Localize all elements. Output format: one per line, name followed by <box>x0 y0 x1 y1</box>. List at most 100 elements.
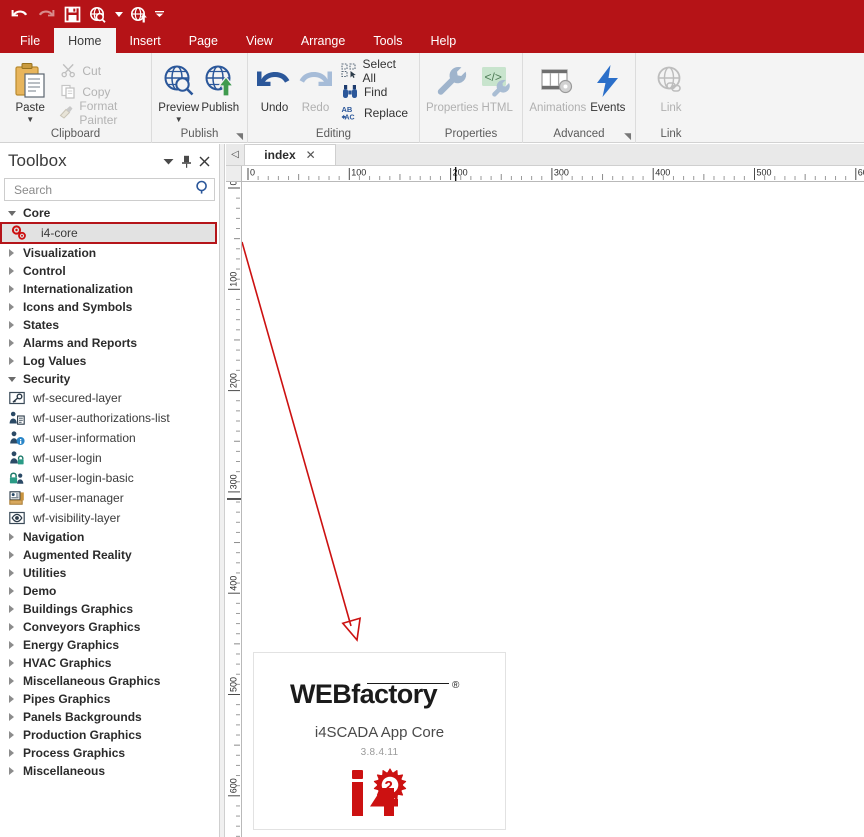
tab-tools[interactable]: Tools <box>359 28 416 53</box>
toolbox-search[interactable] <box>4 178 215 201</box>
tab-file[interactable]: File <box>6 28 54 53</box>
chevron-right-icon[interactable] <box>8 641 17 650</box>
chevron-down-icon[interactable] <box>159 152 177 170</box>
chevron-right-icon[interactable] <box>8 587 17 596</box>
chevron-right-icon[interactable] <box>8 605 17 614</box>
toolbox-category-process-graphics[interactable]: Process Graphics <box>0 744 219 762</box>
search-input[interactable] <box>12 182 195 198</box>
animations-button[interactable]: Animations <box>529 57 587 115</box>
chevron-right-icon[interactable] <box>8 659 17 668</box>
chevron-right-icon[interactable] <box>8 713 17 722</box>
app-core-card[interactable]: WEBfactory ® i4SCADA App Core 3.8.4.11 2 <box>253 652 506 830</box>
toolbox-item-wf-user-login[interactable]: wf-user-login <box>0 448 219 468</box>
tab-arrange[interactable]: Arrange <box>287 28 359 53</box>
toolbox-item-wf-user-authorizations-list[interactable]: wf-user-authorizations-list <box>0 408 219 428</box>
toolbox-category-buildings-graphics[interactable]: Buildings Graphics <box>0 600 219 618</box>
toolbox-item-wf-user-information[interactable]: wf-user-information <box>0 428 219 448</box>
customize-qat-icon[interactable] <box>153 3 166 25</box>
toolbox-item-wf-user-login-basic[interactable]: wf-user-login-basic <box>0 468 219 488</box>
tab-home[interactable]: Home <box>54 28 115 53</box>
toolbox-category-miscellaneous[interactable]: Miscellaneous <box>0 762 219 780</box>
toolbox-category-core[interactable]: Core <box>0 204 219 222</box>
save-icon[interactable] <box>60 3 84 25</box>
redo-button[interactable]: Redo <box>295 57 336 115</box>
tab-insert[interactable]: Insert <box>116 28 175 53</box>
toolbox-item-wf-visibility-layer[interactable]: wf-visibility-layer <box>0 508 219 528</box>
toolbox-item-wf-user-manager[interactable]: wf-user-manager <box>0 488 219 508</box>
toolbox-category-pipes-graphics[interactable]: Pipes Graphics <box>0 690 219 708</box>
toolbox-category-production-graphics[interactable]: Production Graphics <box>0 726 219 744</box>
preview-button[interactable]: Preview ▼ <box>158 57 200 123</box>
search-icon[interactable] <box>195 180 210 200</box>
preview-dropdown-icon[interactable] <box>112 3 125 25</box>
toolbox-category-utilities[interactable]: Utilities <box>0 564 219 582</box>
toolbox-category-miscellaneous-graphics[interactable]: Miscellaneous Graphics <box>0 672 219 690</box>
design-canvas[interactable]: WEBfactory ® i4SCADA App Core 3.8.4.11 2 <box>242 182 864 837</box>
publish-dialog-launcher[interactable]: ◥ <box>236 132 243 141</box>
scroll-tabs-left-icon[interactable]: ◁ <box>226 143 244 165</box>
toolbox-category-hvac-graphics[interactable]: HVAC Graphics <box>0 654 219 672</box>
toolbox-category-energy-graphics[interactable]: Energy Graphics <box>0 636 219 654</box>
chevron-right-icon[interactable] <box>8 677 17 686</box>
toolbox-category-navigation[interactable]: Navigation <box>0 528 219 546</box>
cut-button[interactable]: Cut <box>54 60 145 81</box>
toolbox-category-conveyors-graphics[interactable]: Conveyors Graphics <box>0 618 219 636</box>
chevron-right-icon[interactable] <box>8 623 17 632</box>
chevron-down-icon[interactable] <box>8 209 17 218</box>
tab-view[interactable]: View <box>232 28 287 53</box>
toolbox-tree[interactable]: Corei4-coreVisualizationControlInternati… <box>0 201 219 837</box>
toolbox-category-security[interactable]: Security <box>0 370 219 388</box>
chevron-right-icon[interactable] <box>8 357 17 366</box>
toolbox-category-log-values[interactable]: Log Values <box>0 352 219 370</box>
chevron-right-icon[interactable] <box>8 551 17 560</box>
toolbox-category-visualization[interactable]: Visualization <box>0 244 219 262</box>
paste-caret-icon[interactable]: ▼ <box>26 116 34 123</box>
chevron-right-icon[interactable] <box>8 569 17 578</box>
properties-button[interactable]: Properties <box>426 57 478 115</box>
toolbox-category-icons-and-symbols[interactable]: Icons and Symbols <box>0 298 219 316</box>
toolbox-category-states[interactable]: States <box>0 316 219 334</box>
toolbox-item-wf-secured-layer[interactable]: wf-secured-layer <box>0 388 219 408</box>
events-button[interactable]: Events <box>587 57 629 115</box>
chevron-right-icon[interactable] <box>8 731 17 740</box>
advanced-dialog-launcher[interactable]: ◥ <box>624 132 631 141</box>
chevron-right-icon[interactable] <box>8 749 17 758</box>
chevron-right-icon[interactable] <box>8 249 17 258</box>
toolbox-category-augmented-reality[interactable]: Augmented Reality <box>0 546 219 564</box>
chevron-right-icon[interactable] <box>8 303 17 312</box>
html-button[interactable]: </> HTML <box>478 57 516 115</box>
publish-button[interactable]: Publish <box>200 57 242 115</box>
toolbox-category-alarms-and-reports[interactable]: Alarms and Reports <box>0 334 219 352</box>
close-tab-icon[interactable]: ✕ <box>306 148 316 162</box>
redo-icon[interactable] <box>34 3 58 25</box>
close-icon[interactable] <box>195 152 213 170</box>
tab-help[interactable]: Help <box>417 28 471 53</box>
preview-icon[interactable] <box>86 3 110 25</box>
select-all-button[interactable]: Select All <box>336 60 413 81</box>
link-button[interactable]: Link <box>642 57 700 115</box>
toolbox-item-i4-core[interactable]: i4-core <box>0 222 217 244</box>
pin-icon[interactable] <box>177 152 195 170</box>
tab-page[interactable]: Page <box>175 28 232 53</box>
chevron-right-icon[interactable] <box>8 267 17 276</box>
undo-button[interactable]: Undo <box>254 57 295 115</box>
chevron-down-icon[interactable] <box>8 375 17 384</box>
format-painter-button[interactable]: Format Painter <box>54 102 145 123</box>
chevron-right-icon[interactable] <box>8 285 17 294</box>
undo-icon[interactable] <box>8 3 32 25</box>
chevron-right-icon[interactable] <box>8 533 17 542</box>
publish-icon[interactable] <box>127 3 151 25</box>
chevron-right-icon[interactable] <box>8 339 17 348</box>
replace-button[interactable]: AB AC Replace <box>336 102 413 123</box>
toolbox-category-control[interactable]: Control <box>0 262 219 280</box>
paste-button[interactable]: Paste ▼ <box>6 57 54 123</box>
toolbox-splitter[interactable] <box>220 144 225 837</box>
toolbox-category-internationalization[interactable]: Internationalization <box>0 280 219 298</box>
preview-caret-icon[interactable]: ▼ <box>175 116 183 123</box>
document-tab-index[interactable]: index ✕ <box>244 144 336 165</box>
chevron-right-icon[interactable] <box>8 767 17 776</box>
toolbox-category-demo[interactable]: Demo <box>0 582 219 600</box>
chevron-right-icon[interactable] <box>8 321 17 330</box>
find-button[interactable]: Find <box>336 81 413 102</box>
toolbox-category-panels-backgrounds[interactable]: Panels Backgrounds <box>0 708 219 726</box>
